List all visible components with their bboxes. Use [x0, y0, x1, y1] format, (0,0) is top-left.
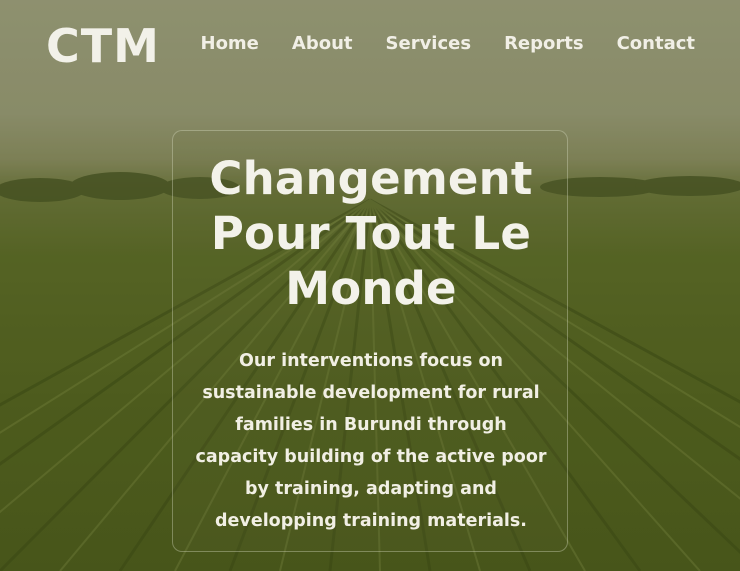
nav-about-link[interactable]: About	[292, 32, 353, 56]
nav-contact-link[interactable]: Contact	[617, 32, 695, 56]
nav-reports-link[interactable]: Reports	[504, 32, 584, 56]
hero-title: Changement Pour Tout Le Monde	[209, 152, 533, 315]
nav-services-link[interactable]: Services	[386, 32, 472, 56]
main-nav: Home About Services Reports Contact	[201, 32, 696, 56]
hero-description: Our interventions focus on sustainable d…	[195, 351, 547, 531]
site-header: CTM Home About Services Reports Contact	[0, 0, 740, 90]
site-logo[interactable]: CTM	[46, 18, 160, 74]
page: CTM Home About Services Reports Contact …	[0, 0, 740, 571]
nav-home-link[interactable]: Home	[201, 32, 259, 56]
hero-card: Changement Pour Tout Le Monde Our interv…	[172, 130, 568, 552]
